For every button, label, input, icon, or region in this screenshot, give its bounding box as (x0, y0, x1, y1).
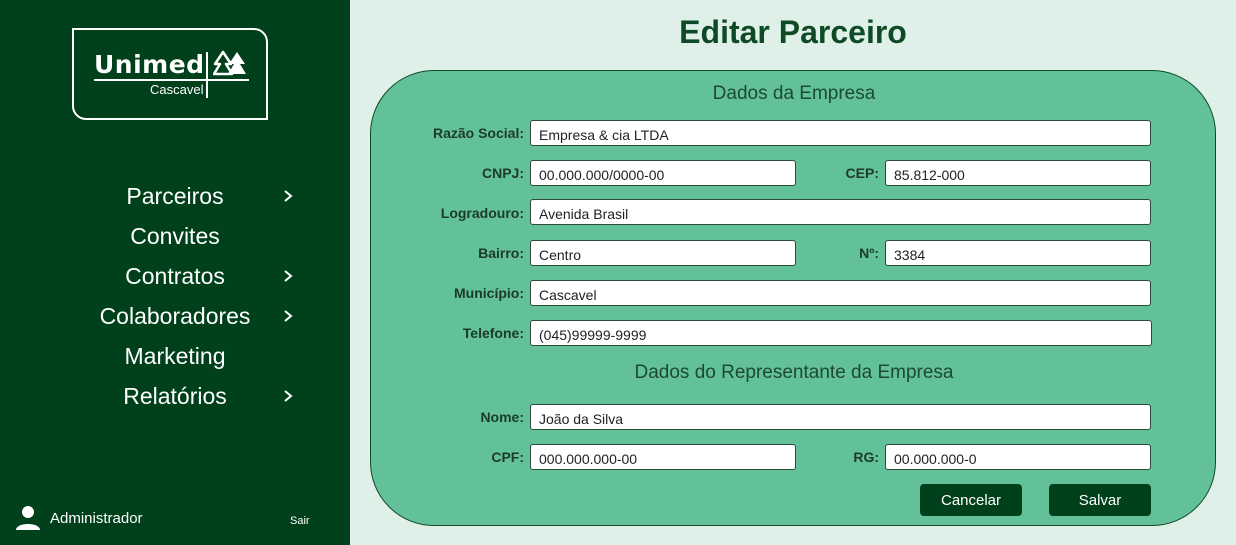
bairro-label: Bairro: (478, 245, 524, 261)
nav-item-colaboradores[interactable]: Colaboradores (0, 296, 350, 336)
cpf-field[interactable]: 000.000.000-00 (530, 444, 796, 470)
cpf-label: CPF: (491, 449, 524, 465)
rg-field[interactable]: 00.000.000-0 (885, 444, 1151, 470)
bairro-field[interactable]: Centro (530, 240, 796, 266)
nav-item-label: Marketing (124, 342, 226, 369)
chevron-right-icon (284, 190, 293, 202)
nav-item-contratos[interactable]: Contratos (0, 256, 350, 296)
logradouro-field[interactable]: Avenida Brasil (530, 199, 1151, 225)
chevron-right-icon (284, 270, 293, 282)
nav-item-marketing[interactable]: Marketing (0, 336, 350, 376)
logout-link[interactable]: Sair (290, 515, 310, 527)
nav-item-label: Convites (130, 222, 220, 249)
telefone-label: Telefone: (462, 325, 524, 341)
user-name: Administrador (50, 510, 143, 527)
logo-underline (94, 79, 249, 81)
numero-field[interactable]: 3384 (885, 240, 1151, 266)
logo-separator (206, 52, 208, 98)
nav-item-label: Colaboradores (99, 302, 251, 329)
save-button[interactable]: Salvar (1049, 484, 1151, 516)
rg-label: RG: (853, 449, 879, 465)
municipio-field[interactable]: Cascavel (530, 280, 1151, 306)
razao-social-field[interactable]: Empresa & cia LTDA (530, 120, 1151, 146)
unimed-tree-icon (213, 50, 246, 76)
unimed-logo[interactable]: Unimed Cascavel (72, 28, 268, 120)
cancel-button[interactable]: Cancelar (920, 484, 1022, 516)
municipio-label: Município: (454, 285, 524, 301)
nav-item-label: Relatórios (123, 382, 227, 409)
representative-section-title: Dados do Representante da Empresa (634, 362, 954, 383)
nav-item-label: Contratos (125, 262, 225, 289)
user-panel: Administrador Sair (14, 504, 344, 534)
logo-brand: Unimed (94, 50, 205, 79)
user-icon (16, 506, 40, 530)
nome-label: Nome: (480, 409, 524, 425)
nav-item-parceiros[interactable]: Parceiros (0, 176, 350, 216)
telefone-field[interactable]: (045)99999-9999 (530, 320, 1152, 346)
main-nav: Parceiros Convites Contratos Colaborador… (0, 176, 350, 416)
edit-partner-form: Dados da Empresa Razão Social: Empresa &… (370, 70, 1216, 526)
chevron-right-icon (284, 390, 293, 402)
cnpj-label: CNPJ: (481, 165, 524, 181)
razao-social-label: Razão Social: (432, 125, 524, 141)
cep-field[interactable]: 85.812-000 (885, 160, 1151, 186)
company-section-title: Dados da Empresa (712, 83, 876, 104)
nome-field[interactable]: João da Silva (530, 404, 1151, 430)
logradouro-label: Logradouro: (440, 205, 524, 221)
nav-item-convites[interactable]: Convites (0, 216, 350, 256)
sidebar: Unimed Cascavel Parceiros Convites Contr… (0, 0, 350, 545)
nav-item-relatorios[interactable]: Relatórios (0, 376, 350, 416)
page-title: Editar Parceiro (679, 14, 907, 50)
cep-label: CEP: (845, 165, 879, 181)
logo-city: Cascavel (150, 82, 204, 97)
numero-label: Nº: (859, 245, 879, 261)
nav-item-label: Parceiros (126, 182, 224, 209)
cnpj-field[interactable]: 00.000.000/0000-00 (530, 160, 796, 186)
chevron-right-icon (284, 310, 293, 322)
